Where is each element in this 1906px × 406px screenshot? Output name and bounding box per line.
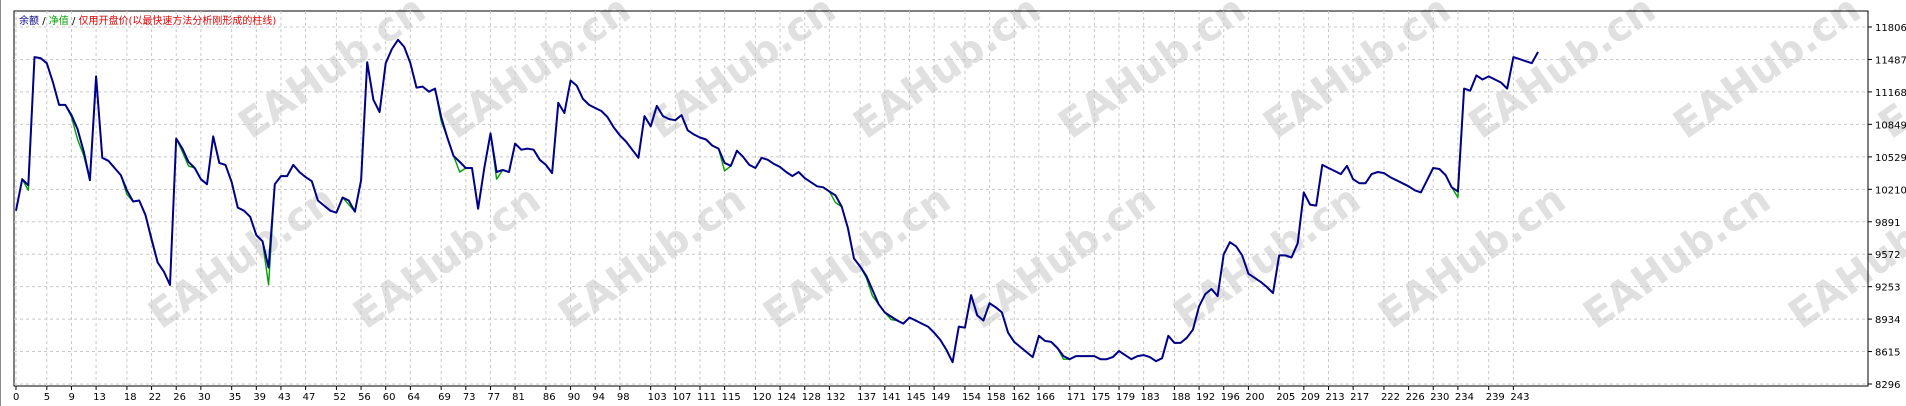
x-tick-label: 239 <box>1486 392 1505 403</box>
x-tick-label: 64 <box>407 392 420 403</box>
x-tick-label: 230 <box>1430 392 1449 403</box>
x-tick-label: 196 <box>1221 392 1240 403</box>
x-axis: 0 5 9 13 18 22 26 30 35 39 43 47 52 56 60 64 69 73 77 81 86 9… <box>13 386 1529 403</box>
x-tick-label: 217 <box>1350 392 1369 403</box>
x-tick-label: 69 <box>438 392 451 403</box>
x-tick-label: 222 <box>1381 392 1400 403</box>
y-tick-label: 9891 <box>1875 218 1900 229</box>
x-tick-label: 145 <box>906 392 925 403</box>
x-tick-label: 137 <box>857 392 876 403</box>
x-tick-label: 179 <box>1116 392 1135 403</box>
x-tick-label: 73 <box>463 392 476 403</box>
x-tick-label: 209 <box>1301 392 1320 403</box>
x-tick-label: 124 <box>777 392 796 403</box>
x-tick-label: 13 <box>93 392 106 403</box>
x-tick-label: 192 <box>1196 392 1215 403</box>
x-tick-label: 47 <box>303 392 316 403</box>
x-tick-label: 9 <box>68 392 74 403</box>
watermark-text: EAHub.cn <box>755 176 959 338</box>
x-tick-label: 77 <box>487 392 500 403</box>
x-tick-label: 90 <box>568 392 581 403</box>
legend-balance: 余额 <box>19 14 39 27</box>
x-tick-label: 22 <box>149 392 162 403</box>
x-tick-label: 171 <box>1067 392 1086 403</box>
x-tick-label: 158 <box>987 392 1006 403</box>
x-tick-label: 234 <box>1455 392 1474 403</box>
x-tick-label: 30 <box>198 392 211 403</box>
equity-chart: EAHub.cn EAHub.cn EAHub.cn EAHub.cn EAHub.cn… <box>13 0 1906 403</box>
y-tick-label: 10849 <box>1875 120 1906 131</box>
y-tick-label: 10210 <box>1875 185 1906 196</box>
x-tick-label: 86 <box>543 392 556 403</box>
x-tick-label: 213 <box>1325 392 1344 403</box>
y-tick-label: 11487 <box>1875 55 1906 66</box>
x-tick-label: 205 <box>1276 392 1295 403</box>
y-tick-label: 10529 <box>1875 153 1906 164</box>
watermark-text: EAHub.cn <box>640 0 844 148</box>
legend: 余额 / 净值 / 仅用开盘价(以最快速方法分析刚形成的柱线) <box>19 14 276 27</box>
x-tick-label: 226 <box>1406 392 1425 403</box>
x-tick-label: 149 <box>931 392 950 403</box>
y-tick-label: 8934 <box>1875 315 1900 326</box>
x-tick-label: 183 <box>1141 392 1160 403</box>
watermark-text: EAHub.cn <box>1665 0 1869 148</box>
x-tick-label: 5 <box>44 392 50 403</box>
y-tick-label: 11168 <box>1875 88 1906 99</box>
x-tick-label: 18 <box>124 392 137 403</box>
x-tick-label: 52 <box>333 392 346 403</box>
x-tick-label: 188 <box>1171 392 1190 403</box>
watermark-text: EAHub.cn <box>960 176 1164 338</box>
x-tick-label: 26 <box>173 392 186 403</box>
x-tick-label: 154 <box>962 392 981 403</box>
x-tick-label: 166 <box>1036 392 1055 403</box>
x-tick-label: 243 <box>1510 392 1529 403</box>
x-tick-label: 81 <box>512 392 525 403</box>
chart-frame: EAHub.cn EAHub.cn EAHub.cn EAHub.cn EAHub.cn… <box>0 0 1906 406</box>
x-tick-label: 43 <box>278 392 291 403</box>
watermark-text: EAHub.cn <box>1370 176 1574 338</box>
x-tick-label: 175 <box>1091 392 1110 403</box>
watermark-text: EAHub.cn <box>1255 0 1459 148</box>
watermark-text: EAHub.cn <box>845 0 1049 148</box>
x-tick-label: 0 <box>13 392 19 403</box>
watermark-text: EAHub.cn <box>1575 176 1779 338</box>
x-tick-label: 200 <box>1245 392 1264 403</box>
x-tick-label: 115 <box>722 392 741 403</box>
watermark-text: EAHub.cn <box>345 176 549 338</box>
x-tick-label: 162 <box>1011 392 1030 403</box>
x-tick-label: 141 <box>882 392 901 403</box>
legend-note: 仅用开盘价(以最快速方法分析刚形成的柱线) <box>79 14 277 27</box>
y-tick-label: 9253 <box>1875 283 1900 294</box>
y-tick-label: 9572 <box>1875 250 1900 261</box>
x-tick-label: 60 <box>383 392 396 403</box>
y-tick-label: 11806 <box>1875 23 1906 34</box>
watermark-text: EAHub.cn <box>1165 176 1369 338</box>
x-tick-label: 128 <box>802 392 821 403</box>
x-tick-label: 39 <box>253 392 266 403</box>
y-axis: 11806 11487 11168 10849 10529 10210 9891 9572 92… <box>1868 23 1906 391</box>
x-tick-label: 94 <box>592 392 605 403</box>
x-tick-label: 56 <box>358 392 371 403</box>
x-tick-label: 35 <box>229 392 242 403</box>
y-tick-label: 8615 <box>1875 348 1900 359</box>
x-tick-label: 111 <box>697 392 716 403</box>
y-tick-label: 8296 <box>1875 380 1900 391</box>
watermark-text: EAHub.cn <box>550 176 754 338</box>
x-tick-label: 132 <box>826 392 845 403</box>
watermark-text: EAHub.cn <box>1460 0 1664 148</box>
legend-equity: 净值 <box>49 14 69 27</box>
x-tick-label: 103 <box>648 392 667 403</box>
x-tick-label: 120 <box>752 392 771 403</box>
x-tick-label: 98 <box>617 392 630 403</box>
x-tick-label: 107 <box>672 392 691 403</box>
